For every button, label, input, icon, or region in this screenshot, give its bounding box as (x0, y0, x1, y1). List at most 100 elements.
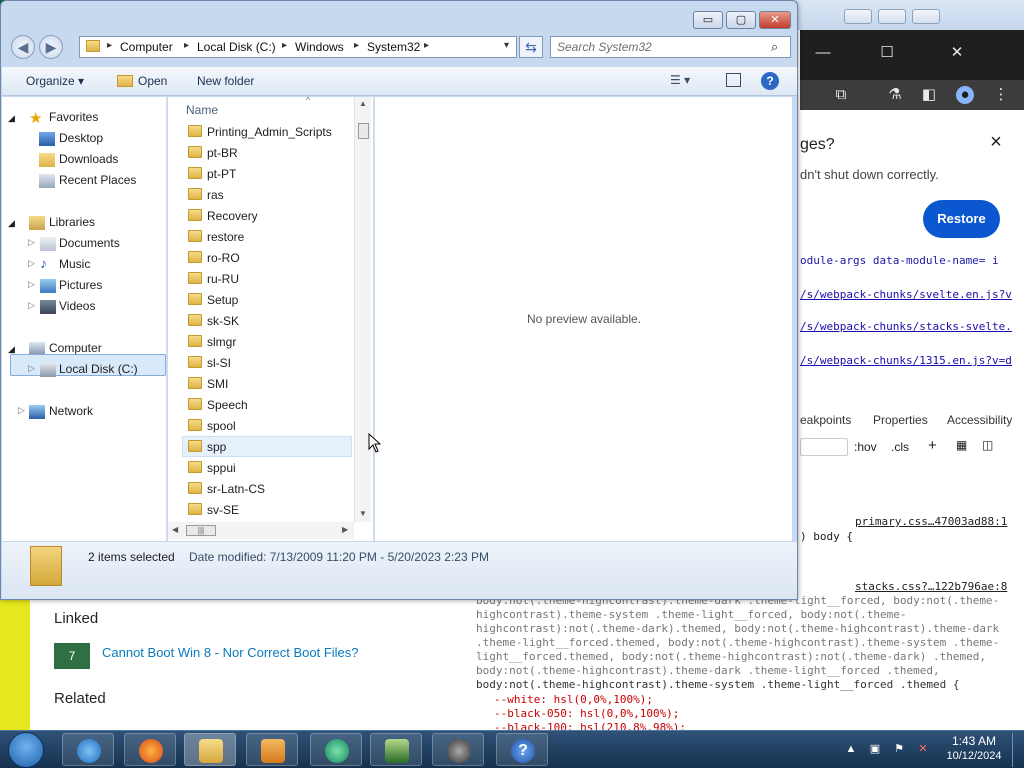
source-link[interactable]: /s/webpack-chunks/svelte.en.js?v (800, 288, 1012, 301)
forward-button[interactable]: ▶ (39, 35, 63, 59)
column-header-name[interactable]: Name (186, 103, 218, 117)
breadcrumb-computer[interactable]: Computer (120, 40, 173, 54)
collapse-arrow-icon[interactable]: ◢ (8, 113, 15, 124)
folder-row[interactable]: sv-SE (182, 499, 352, 520)
folder-row[interactable]: sppui (182, 457, 352, 478)
folder-row[interactable]: SMI (182, 373, 352, 394)
css-file-link[interactable]: stacks.css?…122b796ae:8 (855, 580, 1007, 593)
tray-flag-icon[interactable]: ⚑ (892, 742, 906, 756)
taskbar-media-player[interactable] (246, 733, 298, 766)
folder-row[interactable]: spool (182, 415, 352, 436)
sidebar-item-favorites[interactable]: Favorites (49, 110, 98, 124)
scroll-left-icon[interactable]: ◀ (172, 525, 178, 534)
open-button[interactable]: Open (138, 74, 167, 88)
vertical-scrollbar[interactable]: ▲ ▼ (354, 97, 371, 522)
preview-pane-icon[interactable] (726, 73, 741, 87)
collapse-arrow-icon[interactable]: ◢ (8, 218, 15, 229)
taskbar-file-explorer[interactable] (184, 733, 236, 766)
add-rule-icon[interactable]: + (928, 437, 937, 454)
cls-toggle[interactable]: .cls (891, 440, 909, 454)
sidebar-item-videos[interactable]: Videos (59, 299, 95, 313)
tab-properties[interactable]: Properties (873, 413, 928, 427)
folder-row[interactable]: sk-SK (182, 310, 352, 331)
folder-row[interactable]: Recovery (182, 205, 352, 226)
source-link[interactable]: /s/webpack-chunks/1315.en.js?v=d (800, 354, 1012, 367)
new-folder-button[interactable]: New folder (197, 74, 254, 88)
sidebar-item-documents[interactable]: Documents (59, 236, 120, 250)
expand-arrow-icon[interactable]: ▷ (28, 363, 35, 374)
sidebar-item-music[interactable]: Music (59, 257, 90, 271)
scroll-down-icon[interactable]: ▼ (359, 509, 367, 518)
tab-breakpoints[interactable]: eakpoints (800, 413, 851, 427)
labs-icon[interactable]: ⚗ (886, 86, 904, 104)
sidebar-item-network[interactable]: Network (49, 404, 93, 418)
sidebar-item-recent-places[interactable]: Recent Places (59, 173, 136, 187)
folder-row[interactable]: sl-SI (182, 352, 352, 373)
styles-filter-input[interactable] (800, 438, 848, 456)
taskbar-help[interactable]: ? (496, 733, 548, 766)
taskbar-app-headphones[interactable] (432, 733, 484, 766)
folder-row[interactable]: ras (182, 184, 352, 205)
chrome-close-icon[interactable]: ✕ (948, 44, 966, 62)
folder-row[interactable]: pt-BR (182, 142, 352, 163)
address-bar[interactable]: ▸ Computer ▸ Local Disk (C:) ▸ Windows ▸… (79, 36, 517, 58)
maximize-button[interactable]: ▢ (726, 11, 756, 29)
clock-date[interactable]: 10/12/2024 (942, 750, 1006, 762)
browser-minimize-button[interactable] (844, 9, 872, 24)
expand-arrow-icon[interactable]: ▷ (28, 279, 35, 290)
folder-row[interactable]: sr-Latn-CS (182, 478, 352, 499)
sidebar-item-computer[interactable]: Computer (49, 341, 102, 355)
expand-arrow-icon[interactable]: ▷ (18, 405, 25, 416)
taskbar-app-checklist[interactable] (370, 733, 422, 766)
sidebar-item-pictures[interactable]: Pictures (59, 278, 102, 292)
clock-time[interactable]: 1:43 AM (946, 734, 1002, 748)
breadcrumb-arrow-icon[interactable]: ▸ (354, 40, 359, 51)
change-view-icon[interactable]: ☰ ▾ (670, 73, 690, 87)
breadcrumb-arrow-icon[interactable]: ▸ (107, 40, 112, 51)
menu-kebab-icon[interactable]: ⋮ (992, 86, 1010, 104)
close-button[interactable]: ✕ (759, 11, 791, 29)
source-link[interactable]: /s/webpack-chunks/stacks-svelte. (800, 320, 1012, 333)
close-icon[interactable]: × (986, 132, 1006, 152)
vertical-scroll-thumb[interactable] (358, 123, 369, 139)
restore-button[interactable]: Restore (923, 200, 1000, 238)
folder-row[interactable]: pt-PT (182, 163, 352, 184)
sidebar-item-desktop[interactable]: Desktop (59, 131, 103, 145)
expand-arrow-icon[interactable]: ▷ (28, 258, 35, 269)
folder-row[interactable]: spp (182, 436, 352, 457)
folder-row[interactable]: slmgr (182, 331, 352, 352)
sidepanel-icon[interactable]: ◧ (920, 86, 938, 104)
sidebar-item-local-disk[interactable]: Local Disk (C:) (59, 362, 138, 376)
tray-volume-muted-icon[interactable]: ✕ (916, 742, 930, 756)
taskbar-internet-explorer[interactable] (62, 733, 114, 766)
search-icon[interactable]: ⌕ (771, 39, 778, 55)
organize-button[interactable]: Organize ▾ (26, 74, 84, 88)
breadcrumb-windows[interactable]: Windows (295, 40, 344, 54)
minimize-button[interactable]: ▭ (693, 11, 723, 29)
horizontal-scroll-thumb[interactable]: ||| (186, 525, 216, 536)
breadcrumb-system32[interactable]: System32 (367, 40, 420, 54)
tray-expand-icon[interactable]: ▲ (844, 742, 858, 756)
computed-styles-icon[interactable]: ▦ (956, 438, 967, 452)
breadcrumb-arrow-icon[interactable]: ▸ (282, 40, 287, 51)
taskbar-app-green[interactable] (310, 733, 362, 766)
sidebar-toggle-icon[interactable]: ◫ (982, 438, 993, 452)
open-folder-icon[interactable] (117, 75, 133, 87)
breadcrumb-arrow-icon[interactable]: ▸ (424, 40, 429, 51)
folder-row[interactable]: ru-RU (182, 268, 352, 289)
back-button[interactable]: ◀ (11, 35, 35, 59)
tray-network-icon[interactable]: ▣ (868, 742, 882, 756)
folder-row[interactable]: ro-RO (182, 247, 352, 268)
chrome-maximize-icon[interactable]: ☐ (878, 44, 896, 62)
browser-maximize-button[interactable] (878, 9, 906, 24)
profile-icon[interactable]: ● (956, 86, 974, 104)
linked-question-link[interactable]: Cannot Boot Win 8 - Nor Correct Boot Fil… (102, 645, 359, 660)
chrome-minimize-icon[interactable]: — (814, 44, 832, 62)
css-file-link[interactable]: primary.css…47003ad88:1 (855, 515, 1007, 528)
breadcrumb-arrow-icon[interactable]: ▸ (184, 40, 189, 51)
search-input[interactable]: Search System32 ⌕ (550, 36, 791, 58)
folder-row[interactable]: restore (182, 226, 352, 247)
sidebar-item-libraries[interactable]: Libraries (49, 215, 95, 229)
address-history-dropdown-icon[interactable]: ▾ (504, 40, 509, 51)
scroll-right-icon[interactable]: ▶ (342, 525, 348, 534)
